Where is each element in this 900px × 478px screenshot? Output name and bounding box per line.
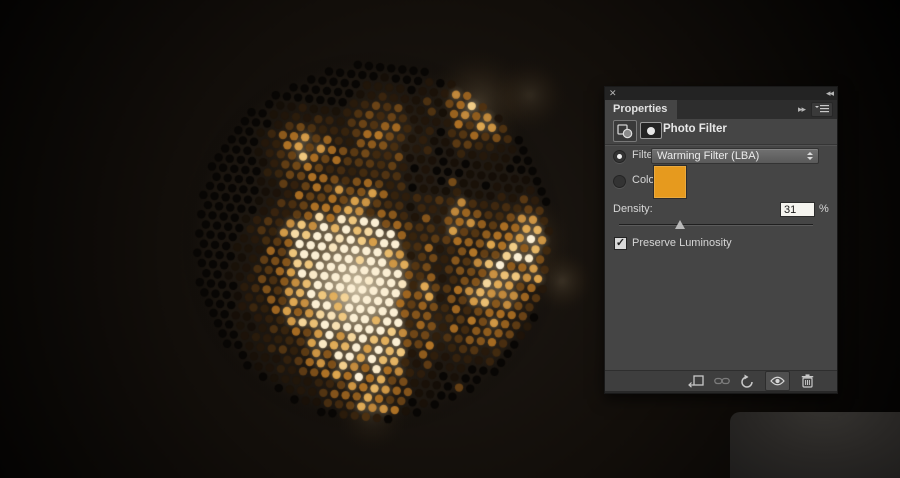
layer-mask-icon[interactable] (640, 122, 662, 139)
panel-body: Photo Filter Filter: Warming Filter (LBA… (605, 119, 837, 393)
panel-menu-icon[interactable] (811, 102, 833, 117)
density-slider-track (619, 224, 813, 226)
corner-overlay-shape (730, 412, 900, 478)
collapse-to-icons-icon[interactable]: ▸▸ (798, 105, 805, 114)
delete-adjustment-icon[interactable] (799, 373, 816, 390)
density-input[interactable] (780, 202, 815, 217)
panel-title-strip: ✕ ◂◂ (605, 87, 837, 100)
reset-to-defaults-icon[interactable] (739, 373, 756, 390)
color-swatch[interactable] (653, 165, 687, 199)
preserve-luminosity-label: Preserve Luminosity (632, 237, 732, 249)
density-label: Density: (613, 203, 653, 215)
filter-select-value: Warming Filter (LBA) (657, 150, 807, 162)
filter-select[interactable]: Warming Filter (LBA) (651, 148, 819, 164)
adjustment-title: Photo Filter (663, 123, 727, 135)
clip-to-layer-icon[interactable] (687, 373, 704, 390)
tab-properties[interactable]: Properties (605, 100, 677, 119)
panel-bottom-edge (605, 391, 837, 393)
density-unit: % (819, 203, 829, 215)
link-adjustment-icon[interactable] (713, 373, 730, 390)
panel-footer-bar (605, 370, 837, 391)
density-slider-thumb[interactable] (675, 220, 685, 229)
density-slider[interactable] (619, 219, 813, 231)
photoshop-canvas-area: ✕ ◂◂ Properties ▸▸ (0, 0, 900, 478)
color-radio[interactable] (613, 175, 626, 188)
divider (605, 144, 837, 146)
close-icon[interactable]: ✕ (609, 89, 617, 98)
properties-panel: ✕ ◂◂ Properties ▸▸ (604, 86, 838, 394)
filter-radio[interactable] (613, 150, 626, 163)
photo-filter-adjustment-icon[interactable] (613, 120, 637, 142)
toggle-visibility-icon[interactable] (765, 371, 790, 391)
chevron-updown-icon (807, 152, 813, 160)
preserve-luminosity-checkbox[interactable]: ✓ (614, 237, 627, 250)
collapse-panel-icon[interactable]: ◂◂ (826, 89, 833, 98)
panel-tab-bar: Properties ▸▸ (605, 100, 837, 119)
